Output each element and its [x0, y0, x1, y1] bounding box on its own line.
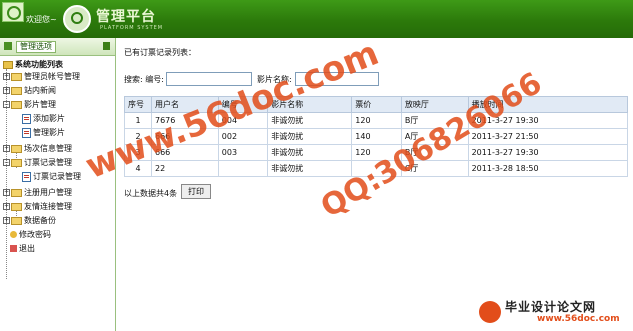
expand-icon[interactable]: +	[3, 217, 10, 224]
expand-icon[interactable]: +	[3, 145, 10, 152]
folder-icon	[11, 202, 22, 211]
search-id-input[interactable]	[166, 72, 252, 86]
sidebar-item-label: 管理影片	[33, 128, 65, 137]
brand-url: www.56doc.com	[537, 314, 620, 324]
collapse-icon[interactable]: −	[3, 101, 10, 108]
sidebar-item-manage-movies[interactable]: 管理影片	[22, 127, 65, 138]
sidebar-item-data-backup[interactable]: + 数据备份	[3, 215, 56, 226]
sidebar-item-label: 订票记录管理	[33, 172, 81, 181]
tree-root: 系统功能列表	[3, 59, 63, 70]
platform-emblem-icon	[63, 5, 91, 33]
sidebar-item-admin-accounts[interactable]: + 管理员帐号管理	[3, 71, 80, 82]
table-cell: 2011-3-27 19:30	[467, 144, 629, 161]
table-cell: 非诚勿扰	[267, 160, 353, 177]
sidebar-tab-options[interactable]: 管理选项	[16, 41, 56, 53]
sidebar-item-registered-users[interactable]: + 注册用户管理	[3, 187, 72, 198]
brand-logo-icon	[479, 301, 501, 323]
column-header: 票价	[351, 96, 402, 113]
table-cell: 非诚勿扰	[267, 144, 353, 161]
print-button[interactable]: 打印	[181, 184, 211, 199]
sidebar-item-label: 订票记录管理	[24, 158, 72, 167]
table-cell: 2011-3-28 18:50	[467, 160, 629, 177]
table-cell: 非诚勿扰	[267, 112, 353, 129]
sidebar-item-label: 友情连接管理	[24, 202, 72, 211]
sidebar-item-showtime-management[interactable]: + 场次信息管理	[3, 143, 72, 154]
folder-icon	[11, 72, 22, 81]
sidebar-item-label: 站内新闻	[24, 86, 56, 95]
table-cell: 非诚勿扰	[267, 128, 353, 145]
search-id-label: 搜索: 编号:	[124, 75, 164, 84]
folder-open-icon	[3, 60, 13, 69]
expand-icon[interactable]: +	[3, 189, 10, 196]
sidebar-item-site-news[interactable]: + 站内新闻	[3, 85, 56, 96]
column-header: 序号	[124, 96, 152, 113]
sidebar-item-friend-links[interactable]: + 友情连接管理	[3, 201, 72, 212]
app-logo-icon	[2, 2, 24, 22]
table-cell: 003	[217, 144, 269, 161]
sidebar-item-booking-records-manage[interactable]: 订票记录管理	[22, 171, 81, 182]
sidebar-item-label: 退出	[19, 244, 35, 253]
sidebar-header: 管理选项	[0, 38, 115, 56]
sidebar-item-label: 管理员帐号管理	[24, 72, 80, 81]
folder-icon	[11, 144, 22, 153]
table-cell: 2011-3-27 21:50	[467, 128, 629, 145]
expand-icon[interactable]: +	[3, 87, 10, 94]
tree-root-label: 系统功能列表	[15, 60, 63, 69]
sidebar-item-label: 注册用户管理	[24, 188, 72, 197]
sidebar-item-logout[interactable]: 退出	[10, 243, 35, 254]
welcome-text: 欢迎您~	[26, 15, 57, 24]
sidebar-item-change-password[interactable]: 修改密码	[10, 229, 51, 240]
table-cell: 22	[151, 160, 219, 177]
table-cell: 140	[351, 128, 402, 145]
document-icon	[22, 171, 31, 182]
sidebar-item-label: 添加影片	[33, 114, 65, 123]
expand-icon[interactable]: +	[3, 73, 10, 80]
record-count-text: 以上数据共4条	[124, 189, 178, 198]
platform-title: 管理平台	[96, 9, 156, 25]
folder-icon	[11, 216, 22, 225]
page-title: 已有订票记录列表：	[124, 48, 196, 57]
platform-subtitle: PLATFORM SYSTEM	[100, 25, 164, 31]
document-icon	[22, 113, 31, 124]
exit-icon	[10, 245, 17, 252]
sidebar-item-label: 数据备份	[24, 216, 56, 225]
collapse-icon[interactable]: −	[3, 159, 10, 166]
document-icon	[22, 127, 31, 138]
sidebar-item-label: 场次信息管理	[24, 144, 72, 153]
folder-open-icon	[11, 100, 22, 109]
table-cell: 120	[351, 112, 402, 129]
menu-icon	[4, 42, 12, 50]
sidebar-item-add-movie[interactable]: 添加影片	[22, 113, 65, 124]
key-icon	[10, 231, 17, 238]
brand-name: 毕业设计论文网	[505, 300, 597, 314]
watermark-brand: 毕业设计论文网 www.56doc.com	[479, 297, 629, 327]
sidebar-item-booking-records[interactable]: − 订票记录管理	[3, 157, 72, 168]
pin-icon[interactable]	[103, 42, 110, 50]
table-cell	[217, 160, 269, 177]
app-header: 欢迎您~ 管理平台 PLATFORM SYSTEM	[0, 0, 633, 38]
folder-icon	[11, 188, 22, 197]
folder-icon	[11, 86, 22, 95]
sidebar-item-movie-management[interactable]: − 影片管理	[3, 99, 56, 110]
sidebar-item-label: 修改密码	[19, 230, 51, 239]
folder-open-icon	[11, 158, 22, 167]
expand-icon[interactable]: +	[3, 203, 10, 210]
sidebar-item-label: 影片管理	[24, 100, 56, 109]
